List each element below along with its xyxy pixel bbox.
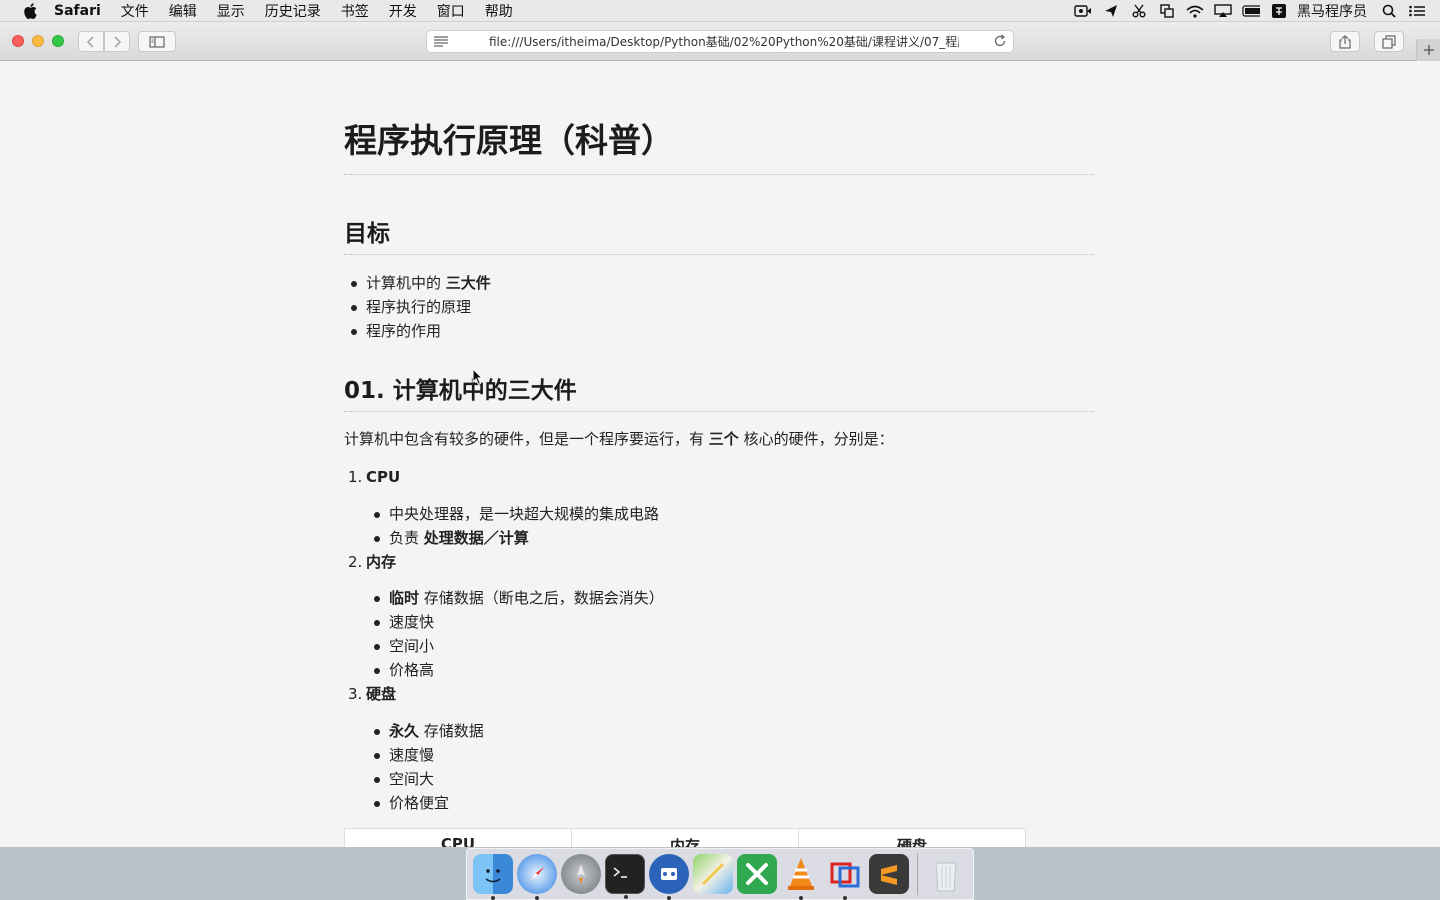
list-item: 临时 存储数据（断电之后，数据会消失） bbox=[367, 586, 664, 610]
cpu-bullets: 中央处理器，是一块超大规模的集成电路 负责 处理数据／计算 bbox=[367, 502, 659, 550]
menu-bar: Safari 文件 编辑 显示 历史记录 书签 开发 窗口 帮助 黑马程序员 bbox=[0, 0, 1440, 22]
parallels-icon[interactable] bbox=[825, 854, 865, 900]
share-button[interactable] bbox=[1330, 31, 1360, 52]
menu-history[interactable]: 历史记录 bbox=[265, 1, 321, 21]
menu-app-name[interactable]: Safari bbox=[54, 3, 101, 19]
dock-separator bbox=[917, 853, 918, 895]
tabs-overview-button[interactable] bbox=[1374, 31, 1404, 52]
chevron-right-icon bbox=[114, 35, 122, 48]
apple-icon[interactable] bbox=[20, 2, 40, 19]
menu-edit[interactable]: 编辑 bbox=[169, 1, 197, 21]
chevron-left-icon bbox=[86, 35, 94, 48]
plus-icon bbox=[1423, 45, 1434, 55]
screen-record-icon[interactable] bbox=[1074, 4, 1092, 18]
menu-develop[interactable]: 开发 bbox=[389, 1, 417, 21]
xmind-icon[interactable] bbox=[737, 854, 777, 894]
reload-icon[interactable] bbox=[993, 34, 1007, 51]
table-header: 硬盘 bbox=[896, 837, 927, 847]
terminal-icon[interactable] bbox=[605, 854, 645, 899]
list-item-cpu: 1. CPU bbox=[348, 468, 401, 486]
safari-window: file:///Users/itheima/Desktop/Python基础/0… bbox=[0, 22, 1440, 847]
back-button[interactable] bbox=[78, 31, 104, 52]
send-icon[interactable] bbox=[1102, 4, 1120, 18]
sublime-text-icon[interactable] bbox=[869, 854, 909, 894]
share-icon bbox=[1339, 34, 1351, 49]
list-item-memory: 2. 内存 bbox=[348, 553, 397, 571]
list-item: 永久 存储数据 bbox=[367, 719, 484, 743]
finder-icon[interactable] bbox=[473, 854, 513, 900]
dock bbox=[466, 848, 974, 900]
safari-icon[interactable] bbox=[517, 854, 557, 900]
goal-list: 计算机中的 三大件 程序执行的原理 程序的作用 bbox=[344, 271, 491, 343]
forward-button[interactable] bbox=[104, 31, 130, 52]
list-item-disk: 3. 硬盘 bbox=[348, 685, 397, 703]
section-heading: 01. 计算机中的三大件 bbox=[344, 371, 1094, 412]
mouse-cursor-icon bbox=[472, 368, 484, 386]
list-item: 价格便宜 bbox=[367, 791, 484, 815]
battery-icon[interactable] bbox=[1242, 4, 1260, 18]
list-item: 负责 处理数据／计算 bbox=[367, 526, 659, 550]
table-header: 内存 bbox=[572, 829, 799, 847]
status-area: 黑马程序员 bbox=[1069, 0, 1440, 22]
table-header: CPU bbox=[345, 829, 572, 847]
list-icon[interactable] bbox=[1408, 4, 1426, 18]
tabs-icon bbox=[1382, 34, 1396, 49]
reader-view-icon[interactable] bbox=[433, 35, 449, 50]
list-item: 计算机中的 三大件 bbox=[344, 271, 491, 295]
list-item: 空间小 bbox=[367, 634, 664, 658]
wifi-icon[interactable] bbox=[1186, 4, 1204, 18]
close-window-button[interactable] bbox=[12, 35, 24, 47]
list-item: 速度慢 bbox=[367, 743, 484, 767]
url-text[interactable]: file:///Users/itheima/Desktop/Python基础/0… bbox=[489, 33, 959, 50]
address-bar[interactable]: file:///Users/itheima/Desktop/Python基础/0… bbox=[426, 30, 1014, 53]
list-item: 速度快 bbox=[367, 610, 664, 634]
list-item: 价格高 bbox=[367, 658, 664, 682]
page-content: 程序执行原理（科普） 目标 计算机中的 三大件 程序执行的原理 程序的作用 01… bbox=[0, 62, 1440, 847]
vlc-icon[interactable] bbox=[781, 854, 821, 900]
goal-heading: 目标 bbox=[344, 214, 1094, 255]
comparison-table: CPU 内存 硬盘 bbox=[344, 828, 1026, 847]
launchpad-icon[interactable] bbox=[561, 854, 601, 894]
trash-icon[interactable] bbox=[926, 854, 966, 894]
minimize-window-button[interactable] bbox=[32, 35, 44, 47]
new-tab-button[interactable] bbox=[1416, 39, 1440, 61]
browser-toolbar: file:///Users/itheima/Desktop/Python基础/0… bbox=[0, 22, 1440, 61]
input-method-icon[interactable] bbox=[1270, 4, 1288, 18]
sidebar-icon bbox=[149, 35, 165, 48]
search-icon[interactable] bbox=[1380, 4, 1398, 18]
intro-paragraph: 计算机中包含有较多的硬件，但是一个程序要运行，有 三个 核心的硬件，分别是： bbox=[344, 430, 894, 448]
list-item: 空间大 bbox=[367, 767, 484, 791]
maps-icon[interactable] bbox=[693, 854, 733, 894]
list-item: 程序的作用 bbox=[344, 319, 491, 343]
page-title: 程序执行原理（科普） bbox=[344, 114, 1094, 175]
menu-view[interactable]: 显示 bbox=[217, 1, 245, 21]
list-item: 中央处理器，是一块超大规模的集成电路 bbox=[367, 502, 659, 526]
airplay-icon[interactable] bbox=[1214, 4, 1232, 18]
menu-file[interactable]: 文件 bbox=[121, 1, 149, 21]
disk-bullets: 永久 存储数据 速度慢 空间大 价格便宜 bbox=[367, 719, 484, 815]
scissors-icon[interactable] bbox=[1130, 4, 1148, 18]
menu-help[interactable]: 帮助 bbox=[485, 1, 513, 21]
menu-bookmarks[interactable]: 书签 bbox=[341, 1, 369, 21]
sidebar-toggle-button[interactable] bbox=[138, 31, 176, 52]
maximize-window-button[interactable] bbox=[52, 35, 64, 47]
copy-icon[interactable] bbox=[1158, 4, 1176, 18]
list-item: 程序执行的原理 bbox=[344, 295, 491, 319]
memory-bullets: 临时 存储数据（断电之后，数据会消失） 速度快 空间小 价格高 bbox=[367, 586, 664, 682]
user-name[interactable]: 黑马程序员 bbox=[1297, 1, 1367, 21]
screenflow-icon[interactable] bbox=[649, 854, 689, 900]
menu-window[interactable]: 窗口 bbox=[437, 1, 465, 21]
